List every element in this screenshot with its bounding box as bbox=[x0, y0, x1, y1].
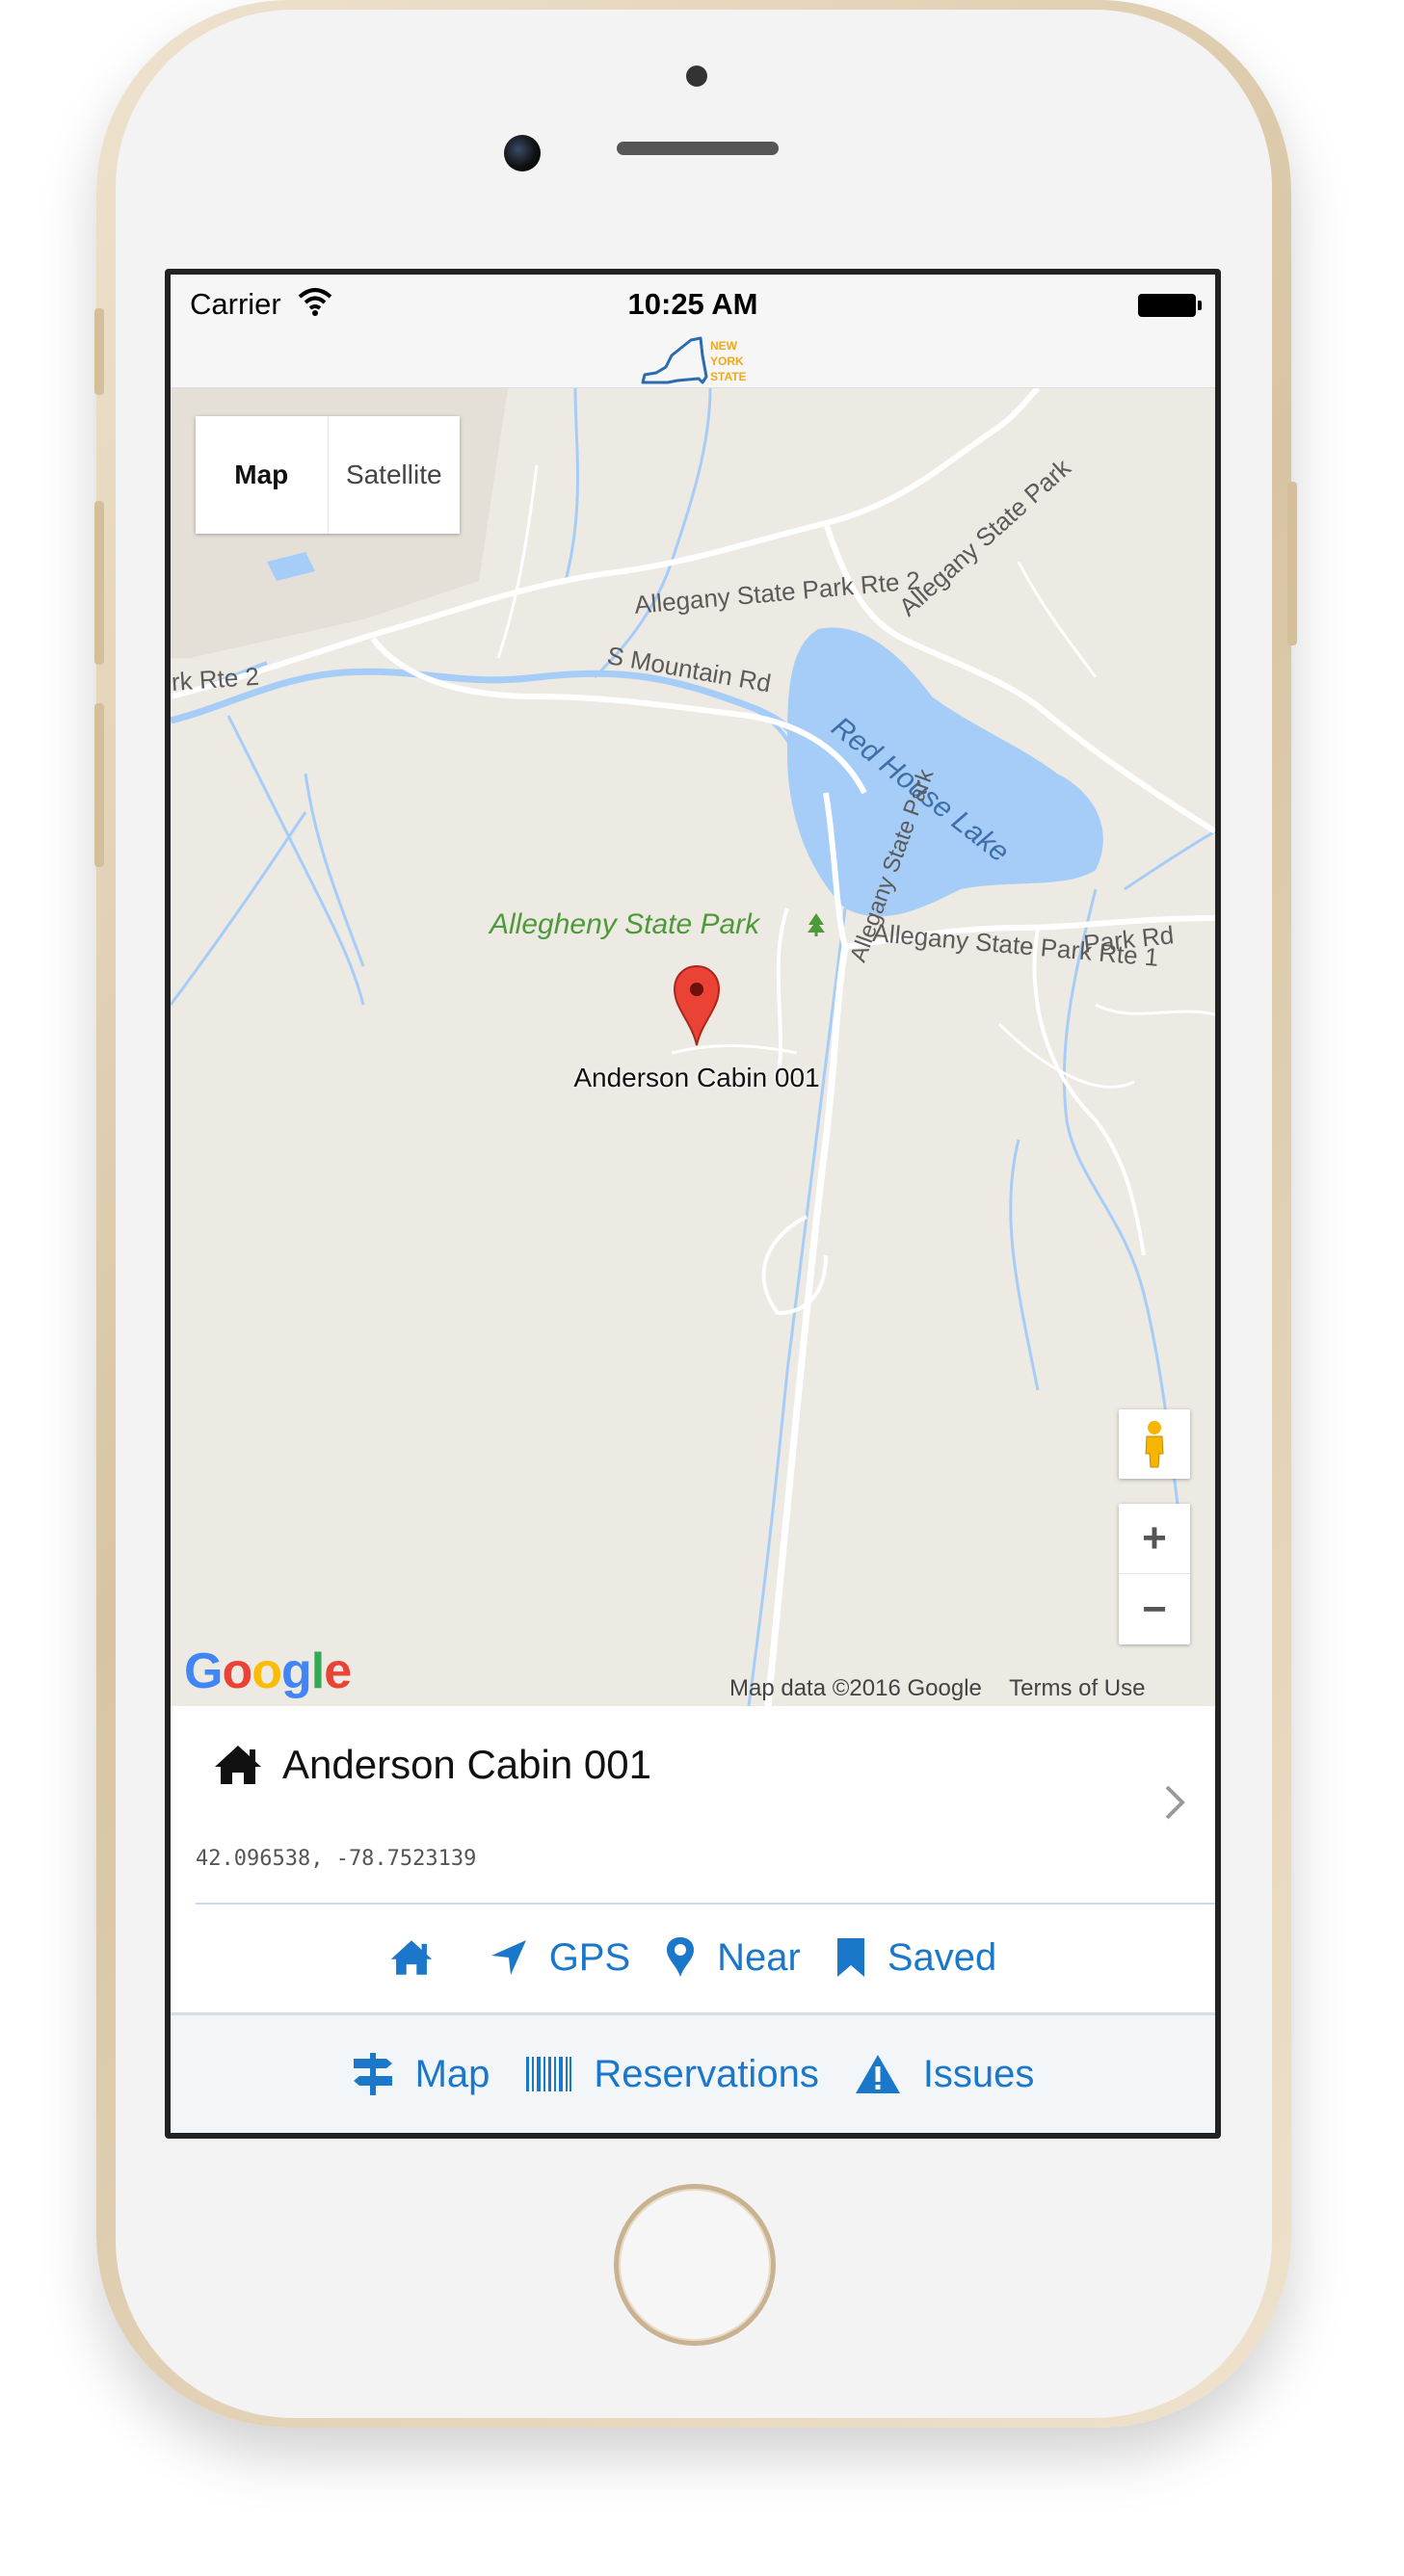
toolbar-home-button[interactable] bbox=[389, 1938, 455, 1977]
map-data-credit: Map data ©2016 Google bbox=[729, 1675, 982, 1701]
logo-line-state: STATE bbox=[710, 370, 747, 383]
map-marker-icon[interactable] bbox=[671, 964, 723, 1047]
volume-up-button bbox=[94, 501, 104, 665]
toolbar-saved-button[interactable]: Saved bbox=[835, 1936, 996, 1980]
road-label-rte2-left: rk Rte 2 bbox=[171, 661, 260, 697]
toolbar-saved-label: Saved bbox=[887, 1935, 997, 1979]
status-bar: Carrier 10:25 AM bbox=[171, 275, 1215, 332]
toolbar-map-button[interactable]: Map bbox=[352, 2051, 490, 2097]
toolbar-reservations-label: Reservations bbox=[594, 2052, 819, 2095]
secondary-toolbar: Map Reservations Issues bbox=[171, 2012, 1215, 2133]
location-title: Anderson Cabin 001 bbox=[282, 1742, 651, 1787]
toolbar-near-button[interactable]: Near bbox=[665, 1936, 801, 1980]
map-view[interactable]: Map Satellite Allegany State Park Rte 2 … bbox=[171, 388, 1215, 1706]
terms-of-use-link[interactable]: Terms of Use bbox=[1009, 1675, 1145, 1701]
logo-line-york: YORK bbox=[710, 355, 744, 368]
divider bbox=[196, 1903, 1215, 1905]
app-screen: Carrier 10:25 AM NEW YORK STATE Map Sate… bbox=[171, 275, 1215, 2133]
mute-switch bbox=[94, 308, 104, 395]
toolbar-near-label: Near bbox=[717, 1935, 801, 1979]
clock: 10:25 AM bbox=[627, 287, 758, 321]
location-coordinates: 42.096538, -78.7523139 bbox=[196, 1847, 477, 1871]
volume-down-button bbox=[94, 703, 104, 867]
chevron-right-icon[interactable] bbox=[1163, 1783, 1186, 1822]
device-screen: Carrier 10:25 AM NEW YORK STATE Map Sate… bbox=[165, 269, 1221, 2139]
toolbar-reservations-button[interactable]: Reservations bbox=[524, 2052, 819, 2096]
barcode-icon bbox=[526, 2057, 572, 2091]
zoom-in-button[interactable]: + bbox=[1119, 1504, 1190, 1574]
google-logo: Google bbox=[184, 1643, 352, 1699]
app-header: NEW YORK STATE bbox=[171, 332, 1215, 388]
home-button[interactable] bbox=[614, 2184, 776, 2346]
map-type-satellite-button[interactable]: Satellite bbox=[329, 416, 461, 534]
map-type-map-button[interactable]: Map bbox=[196, 416, 329, 534]
pegman-icon bbox=[1145, 1421, 1164, 1468]
toolbar-issues-button[interactable]: Issues bbox=[854, 2052, 1035, 2096]
zoom-out-button[interactable]: − bbox=[1119, 1574, 1190, 1644]
new-york-state-logo: NEW YORK STATE bbox=[641, 336, 747, 384]
toolbar-gps-button[interactable]: GPS bbox=[490, 1936, 630, 1980]
home-icon bbox=[390, 1940, 432, 1975]
zoom-control: + − bbox=[1119, 1504, 1190, 1644]
street-view-pegman-icon[interactable] bbox=[1119, 1409, 1190, 1479]
battery-icon bbox=[1138, 294, 1202, 317]
map-pin-icon bbox=[667, 1937, 695, 1977]
home-icon bbox=[215, 1746, 261, 1784]
proximity-sensor bbox=[686, 66, 707, 87]
location-arrow-icon bbox=[490, 1940, 526, 1975]
bookmark-icon bbox=[836, 1938, 864, 1977]
signpost-icon bbox=[353, 2053, 392, 2095]
map-marker-label: Anderson Cabin 001 bbox=[573, 1063, 820, 1092]
location-title-row: Anderson Cabin 001 bbox=[213, 1742, 651, 1788]
location-info-panel[interactable]: Anderson Cabin 001 42.096538, -78.752313… bbox=[171, 1706, 1215, 1905]
primary-toolbar: GPS Near Saved bbox=[171, 1906, 1215, 2009]
toolbar-map-label: Map bbox=[414, 2052, 490, 2095]
map-type-control: Map Satellite bbox=[196, 416, 460, 534]
power-button bbox=[1287, 482, 1297, 645]
toolbar-issues-label: Issues bbox=[922, 2052, 1035, 2095]
logo-line-new: NEW bbox=[710, 339, 738, 353]
map-attribution: Map data ©2016 Google Terms of Use bbox=[729, 1675, 1166, 1702]
park-label: Allegheny State Park bbox=[490, 908, 760, 940]
park-tree-icon bbox=[808, 913, 825, 936]
earpiece-speaker bbox=[617, 142, 779, 155]
front-camera bbox=[504, 135, 541, 171]
toolbar-gps-label: GPS bbox=[548, 1935, 631, 1979]
warning-icon bbox=[855, 2055, 900, 2093]
